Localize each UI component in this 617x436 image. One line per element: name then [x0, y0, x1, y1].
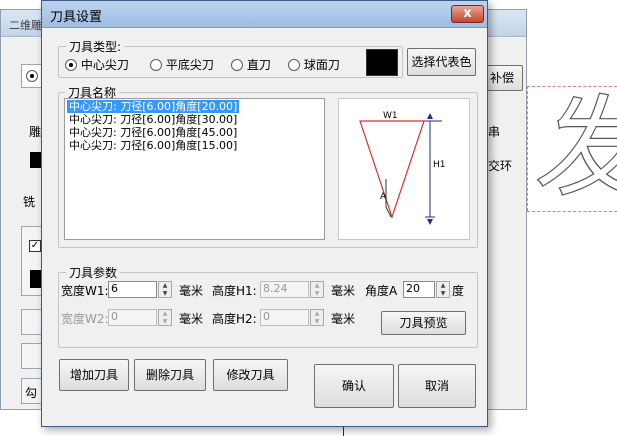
width-w2-spinner[interactable]: ▲ ▼ — [158, 309, 172, 326]
color-swatch — [366, 49, 398, 76]
radio-ball-label: 球面刀 — [303, 58, 340, 72]
bg-radio[interactable] — [26, 70, 38, 82]
width-w1-input[interactable]: 6 — [108, 281, 157, 298]
width-w2-label: 宽度W2: — [61, 312, 109, 326]
height-h1-label: 高度H1: — [212, 284, 257, 298]
bg-label-carve: 雕 — [29, 125, 42, 139]
ok-label: 确认 — [341, 379, 366, 393]
height-h1-unit: 毫米 — [331, 284, 356, 298]
angle-label: 角度A — [365, 284, 398, 298]
tool-settings-dialog: 刀具设置 x 刀具类型: 中心尖刀 平底尖刀 直刀 球面刀 选择代表色 刀具名称 — [41, 0, 488, 427]
angle-unit: 度 — [452, 284, 465, 298]
tool-type-legend: 刀具类型: — [66, 38, 125, 55]
bg-checkbox[interactable]: ✓ — [29, 240, 41, 252]
radio-straight-circle[interactable] — [231, 59, 243, 71]
preview-tool-button[interactable]: 刀具预览 — [381, 311, 466, 335]
tool-list-item[interactable]: 中心尖刀: 刀径[6.00]角度[30.00] — [67, 113, 239, 126]
tool-list-item[interactable]: 中心尖刀: 刀径[6.00]角度[15.00] — [67, 139, 239, 152]
preview-label-w1: W1 — [383, 111, 398, 121]
bg-radio-group[interactable] — [21, 64, 43, 88]
radio-center-point-circle[interactable] — [65, 59, 77, 71]
preview-tool-label: 刀具预览 — [399, 316, 448, 330]
height-h2-label: 高度H2: — [212, 312, 257, 326]
radio-ball-circle[interactable] — [288, 59, 300, 71]
tool-params-group: 刀具参数 宽度W1: 6 ▲ ▼ 毫米 高度H1: 8.24 ▲ ▼ 毫米 角度A … — [58, 264, 478, 348]
bg-label-mill: 铣 — [23, 195, 36, 209]
width-w2-input[interactable]: 0 — [108, 309, 157, 326]
tool-preview-drawing: W1 H1 A — [359, 111, 446, 225]
tool-type-group: 刀具类型: 中心尖刀 平底尖刀 直刀 球面刀 — [58, 38, 403, 78]
cancel-button[interactable]: 取消 — [398, 364, 476, 408]
background-window-title: 二维雕 — [9, 19, 42, 32]
tool-list-item[interactable]: 中心尖刀: 刀径[6.00]角度[45.00] — [67, 126, 239, 139]
choose-color-button[interactable]: 选择代表色 — [407, 48, 476, 76]
dialog-titlebar: 刀具设置 x — [42, 1, 487, 28]
radio-flat-point[interactable]: 平底尖刀 — [150, 56, 214, 73]
modify-tool-label: 修改刀具 — [226, 368, 275, 382]
delete-tool-button[interactable]: 删除刀具 — [134, 359, 206, 391]
bg-button-1[interactable] — [21, 309, 43, 335]
width-w2-unit: 毫米 — [179, 312, 204, 326]
height-h2-input[interactable]: 0 — [260, 309, 309, 326]
preview-tool-shape — [359, 120, 425, 219]
tool-list-item[interactable]: 中心尖刀: 刀径[6.00]角度[20.00] — [67, 100, 240, 113]
preview-label-a: A — [380, 192, 387, 202]
tool-name-group: 刀具名称 中心尖刀: 刀径[6.00]角度[20.00] 中心尖刀: 刀径[6.… — [58, 84, 478, 248]
radio-flat-point-label: 平底尖刀 — [165, 58, 214, 72]
canvas-glyph[interactable]: 发 — [528, 83, 617, 213]
add-tool-label: 增加刀具 — [69, 368, 118, 382]
modify-tool-button[interactable]: 修改刀具 — [213, 359, 288, 391]
width-w1-spinner[interactable]: ▲ ▼ — [158, 281, 172, 298]
tool-preview-panel: W1 H1 A — [338, 98, 470, 240]
canvas-cursor-line — [343, 427, 344, 436]
cancel-label: 取消 — [424, 379, 449, 393]
delete-tool-label: 删除刀具 — [145, 368, 194, 382]
radio-ball[interactable]: 球面刀 — [288, 56, 340, 73]
bg-button-3-label: 勾 — [25, 386, 38, 400]
height-h1-input[interactable]: 8.24 — [260, 281, 309, 298]
height-h2-spinner[interactable]: ▲ ▼ — [310, 309, 324, 326]
bg-button-3[interactable]: 勾 — [21, 378, 43, 404]
preview-label-h1: H1 — [433, 160, 446, 170]
tool-list[interactable]: 中心尖刀: 刀径[6.00]角度[20.00] 中心尖刀: 刀径[6.00]角度… — [64, 98, 325, 240]
radio-center-point[interactable]: 中心尖刀 — [65, 56, 129, 73]
dialog-title: 刀具设置 — [50, 10, 103, 25]
width-w1-unit: 毫米 — [179, 284, 204, 298]
bg-label-loop: 交环 — [488, 159, 513, 173]
bg-button-2[interactable] — [21, 343, 43, 369]
bg-label-string: 串 — [488, 125, 501, 139]
bg-compensate-label: 补偿 — [489, 71, 514, 85]
radio-straight[interactable]: 直刀 — [231, 56, 271, 73]
close-icon: x — [463, 6, 472, 21]
add-tool-button[interactable]: 增加刀具 — [59, 359, 129, 391]
angle-spinner[interactable]: ▲ ▼ — [436, 281, 450, 298]
width-w1-label: 宽度W1: — [61, 284, 109, 298]
ok-button[interactable]: 确认 — [314, 364, 394, 408]
choose-color-label: 选择代表色 — [411, 55, 472, 69]
height-h2-unit: 毫米 — [331, 312, 356, 326]
close-button[interactable]: x — [451, 5, 484, 23]
radio-straight-label: 直刀 — [246, 58, 271, 72]
angle-input[interactable]: 20 — [403, 281, 435, 298]
canvas-guide-left — [527, 86, 528, 211]
height-h1-spinner[interactable]: ▲ ▼ — [310, 281, 324, 298]
radio-center-point-label: 中心尖刀 — [80, 58, 129, 72]
tool-params-legend: 刀具参数 — [66, 264, 121, 281]
radio-flat-point-circle[interactable] — [150, 59, 162, 71]
